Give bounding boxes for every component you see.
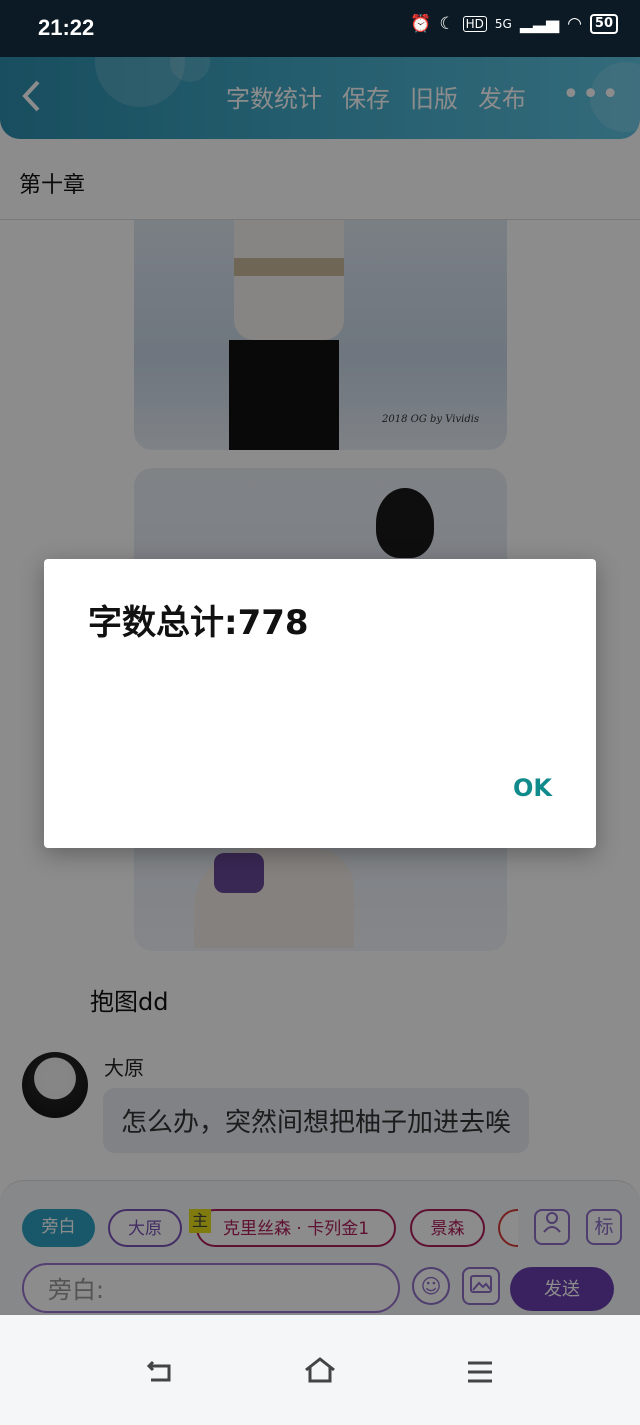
moon-icon: ☾ xyxy=(439,14,455,34)
wifi-icon: ◠ xyxy=(567,14,582,34)
nav-menu-button[interactable] xyxy=(460,1355,500,1395)
back-arrow-icon xyxy=(146,1360,171,1382)
status-bar: 21:22 ⏰ ☾ HD 5G ▂▃▅ ◠ 50 xyxy=(0,0,640,57)
word-count-dialog: 字数总计:778 OK xyxy=(44,559,596,848)
signal-label: 5G xyxy=(494,17,512,31)
dialog-message: 字数总计:778 xyxy=(88,603,309,643)
battery-icon: 50 xyxy=(589,14,618,34)
nav-home-button[interactable] xyxy=(300,1355,340,1395)
ok-button[interactable]: OK xyxy=(513,774,552,802)
hd-icon: HD xyxy=(462,16,487,32)
signal-bars-icon: ▂▃▅ xyxy=(519,14,560,34)
home-icon xyxy=(305,1357,335,1383)
status-icons: ⏰ ☾ HD 5G ▂▃▅ ◠ 50 xyxy=(410,14,618,34)
status-time: 21:22 xyxy=(38,15,95,40)
nav-back-button[interactable] xyxy=(140,1355,180,1395)
alarm-icon: ⏰ xyxy=(410,14,432,34)
hamburger-icon xyxy=(468,1361,492,1383)
system-nav-bar xyxy=(0,1315,640,1425)
